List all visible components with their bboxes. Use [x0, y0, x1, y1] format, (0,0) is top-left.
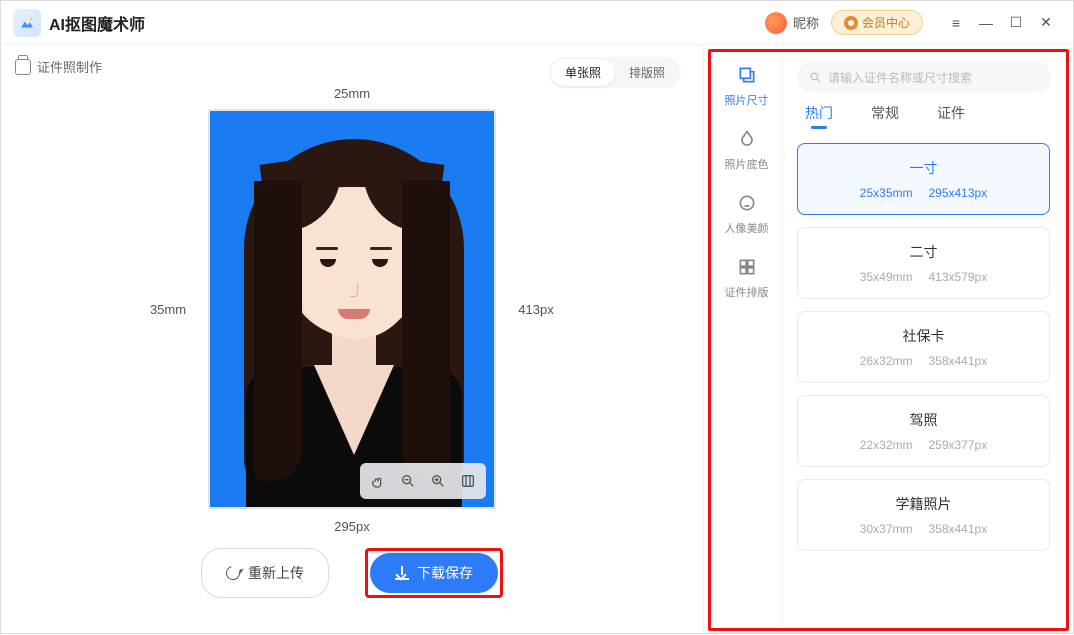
size-meta: 25x35mm295x413px: [808, 186, 1039, 200]
side-panel: 照片尺寸 照片底色 人像美颜 证件排版 请输入证件名称或尺: [703, 45, 1073, 635]
avatar-icon[interactable]: [765, 12, 787, 34]
app-title: AI抠图魔术师: [49, 11, 145, 35]
rail-layout[interactable]: 证件排版: [725, 256, 769, 300]
rail-beauty[interactable]: 人像美颜: [725, 192, 769, 236]
tab-hot[interactable]: 热门: [805, 103, 833, 129]
dimension-right: 413px: [510, 302, 562, 317]
download-label: 下载保存: [417, 563, 473, 583]
size-meta: 30x37mm358x441px: [808, 522, 1039, 536]
mode-single[interactable]: 单张照: [551, 59, 615, 86]
zoom-out-icon[interactable]: [396, 469, 420, 493]
vip-label: 会员中心: [862, 14, 910, 31]
size-icon: [736, 64, 758, 86]
search-placeholder: 请输入证件名称或尺寸搜索: [828, 69, 972, 86]
dimension-left: 35mm: [142, 302, 194, 317]
face-icon: [736, 192, 758, 214]
size-card[interactable]: 二寸 35x49mm413x579px: [797, 227, 1050, 299]
rail-bg-color[interactable]: 照片底色: [725, 128, 769, 172]
dimension-bottom: 295px: [334, 519, 369, 534]
size-meta: 35x49mm413x579px: [808, 270, 1039, 284]
search-icon: [809, 71, 822, 84]
grid-icon: [736, 256, 758, 278]
size-card[interactable]: 学籍照片 30x37mm358x441px: [797, 479, 1050, 551]
reupload-button[interactable]: 重新上传: [201, 548, 329, 598]
download-button[interactable]: 下载保存: [370, 553, 498, 593]
minimize-icon[interactable]: —: [971, 8, 1001, 38]
download-icon: [395, 566, 409, 580]
size-card[interactable]: 驾照 22x32mm259x377px: [797, 395, 1050, 467]
size-meta: 26x32mm358x441px: [808, 354, 1039, 368]
photo-preview[interactable]: [208, 109, 496, 509]
mode-layout[interactable]: 排版照: [615, 59, 679, 86]
breadcrumb-label: 证件照制作: [37, 57, 102, 76]
titlebar: AI抠图魔术师 昵称 会员中心 ≡ — ☐ ✕: [1, 1, 1073, 45]
size-list: 一寸 25x35mm295x413px 二寸 35x49mm413x579px 社保卡 2…: [797, 143, 1052, 618]
size-card[interactable]: 社保卡 26x32mm358x441px: [797, 311, 1050, 383]
nickname-label[interactable]: 昵称: [793, 13, 819, 32]
size-tabs: 热门 常规 证件: [797, 103, 1052, 129]
mode-toggle: 单张照 排版照: [549, 57, 681, 88]
reload-icon: [223, 563, 242, 582]
app-logo-icon: [13, 9, 41, 37]
size-title: 一寸: [808, 158, 1039, 178]
pan-icon[interactable]: [366, 469, 390, 493]
size-title: 驾照: [808, 410, 1039, 430]
menu-icon[interactable]: ≡: [941, 8, 971, 38]
tab-cert[interactable]: 证件: [937, 103, 965, 129]
reupload-label: 重新上传: [248, 563, 304, 583]
action-row: 重新上传 下载保存: [201, 548, 503, 598]
tab-normal[interactable]: 常规: [871, 103, 899, 129]
size-title: 学籍照片: [808, 494, 1039, 514]
rail-photo-size[interactable]: 照片尺寸: [725, 64, 769, 108]
droplet-icon: [736, 128, 758, 150]
size-title: 二寸: [808, 242, 1039, 262]
size-panel: 请输入证件名称或尺寸搜索 热门 常规 证件 一寸 25x35mm295x413px…: [783, 52, 1066, 628]
maximize-icon[interactable]: ☐: [1001, 8, 1031, 38]
size-card[interactable]: 一寸 25x35mm295x413px: [797, 143, 1050, 215]
vip-center-button[interactable]: 会员中心: [831, 10, 923, 35]
size-title: 社保卡: [808, 326, 1039, 346]
canvas-area: 25mm 35mm: [15, 82, 689, 625]
vip-badge-icon: [844, 16, 858, 30]
size-meta: 22x32mm259x377px: [808, 438, 1039, 452]
close-icon[interactable]: ✕: [1031, 8, 1061, 38]
tool-rail: 照片尺寸 照片底色 人像美颜 证件排版: [711, 52, 783, 628]
home-icon: [15, 59, 31, 75]
size-search-input[interactable]: 请输入证件名称或尺寸搜索: [797, 62, 1052, 93]
fit-icon[interactable]: [456, 469, 480, 493]
zoom-in-icon[interactable]: [426, 469, 450, 493]
editor-pane: 证件照制作 单张照 排版照 25mm 35mm: [1, 45, 703, 635]
zoom-toolbar: [360, 463, 486, 499]
dimension-top: 25mm: [334, 86, 370, 101]
